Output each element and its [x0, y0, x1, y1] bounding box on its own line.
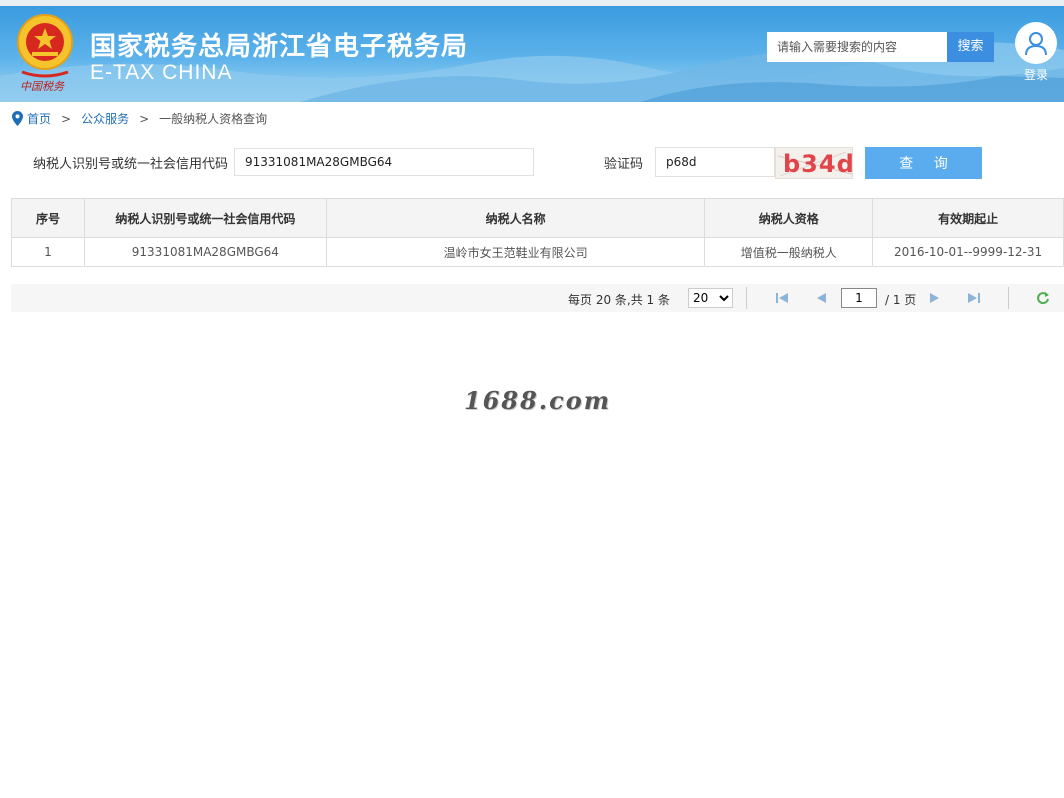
- captcha-text: b34d: [783, 150, 853, 178]
- page-info: 每页 20 条,共 1 条: [568, 293, 670, 307]
- search-input[interactable]: [767, 32, 947, 62]
- next-page-icon[interactable]: [929, 292, 941, 304]
- cell-qualification: 增值税一般纳税人: [704, 237, 874, 267]
- user-avatar-icon[interactable]: [1015, 22, 1057, 64]
- location-pin-icon: [12, 111, 23, 126]
- first-page-icon[interactable]: [775, 292, 789, 304]
- pagination-bar: 每页 20 条,共 1 条 20 / 1 页: [11, 284, 1064, 312]
- captcha-input[interactable]: [655, 147, 775, 177]
- page-number-input[interactable]: [841, 288, 877, 308]
- query-button[interactable]: 查 询: [865, 147, 982, 179]
- cell-validity: 2016-10-01--9999-12-31: [872, 237, 1064, 267]
- refresh-icon[interactable]: [1036, 291, 1050, 305]
- cell-taxid: 91331081MA28GMBG64: [83, 237, 327, 267]
- pager-divider: [1008, 287, 1009, 309]
- site-title: 国家税务总局浙江省电子税务局: [90, 32, 469, 62]
- last-page-icon[interactable]: [967, 292, 981, 304]
- page-size-select[interactable]: 20: [688, 288, 733, 308]
- breadcrumb-current: 一般纳税人资格查询: [159, 112, 268, 126]
- site-subtitle: E-TAX CHINA: [90, 61, 233, 84]
- cell-index: 1: [11, 237, 85, 267]
- site-header: 中国税务 国家税务总局浙江省电子税务局 E-TAX CHINA 搜索 登录: [0, 0, 1064, 102]
- result-table: 序号 纳税人识别号或统一社会信用代码 纳税人名称 纳税人资格 有效期起止 1 9…: [11, 198, 1064, 267]
- breadcrumb-home-link[interactable]: 首页: [27, 110, 51, 127]
- breadcrumb-separator: >: [61, 111, 72, 126]
- breadcrumb-separator: >: [139, 111, 150, 126]
- column-header-taxid: 纳税人识别号或统一社会信用代码: [83, 198, 327, 238]
- table-header-row: 序号 纳税人识别号或统一社会信用代码 纳税人名称 纳税人资格 有效期起止: [11, 198, 1064, 238]
- column-header-index: 序号: [11, 198, 85, 238]
- column-header-validity: 有效期起止: [872, 198, 1064, 238]
- column-header-name: 纳税人名称: [325, 198, 706, 238]
- breadcrumb-service-link[interactable]: 公众服务: [81, 110, 129, 127]
- login-label[interactable]: 登录: [1012, 66, 1060, 83]
- cell-name: 温岭市女王范鞋业有限公司: [325, 237, 706, 267]
- page-total: / 1 页: [885, 293, 917, 307]
- login-button[interactable]: 登录: [1012, 22, 1060, 83]
- search-button[interactable]: 搜索: [947, 32, 994, 62]
- taxid-label: 纳税人识别号或统一社会信用代码: [33, 157, 229, 172]
- pager-divider: [746, 287, 747, 309]
- emblem-caption: 中国税务: [20, 80, 64, 93]
- tax-emblem-logo: 中国税务: [14, 12, 76, 96]
- captcha-image[interactable]: b34d: [775, 147, 853, 179]
- prev-page-icon[interactable]: [815, 292, 827, 304]
- table-row[interactable]: 1 91331081MA28GMBG64 温岭市女王范鞋业有限公司 增值税一般纳…: [11, 237, 1064, 267]
- breadcrumb: 首页 > 公众服务 > 一般纳税人资格查询: [12, 110, 267, 127]
- watermark-text: 1688.com: [464, 386, 612, 415]
- captcha-label: 验证码: [604, 157, 644, 172]
- taxid-input[interactable]: [234, 148, 534, 176]
- column-header-qualification: 纳税人资格: [704, 198, 874, 238]
